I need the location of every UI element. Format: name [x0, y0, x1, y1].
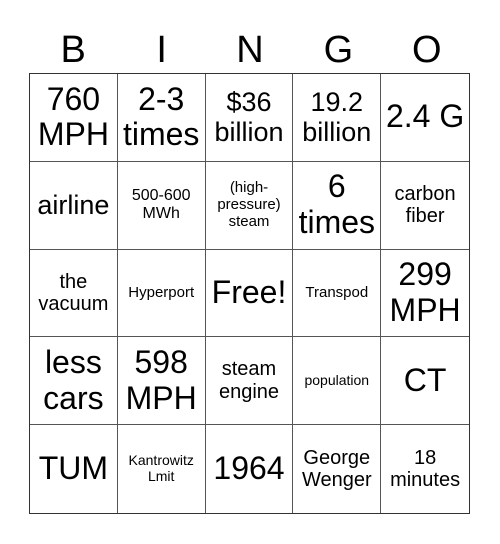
bingo-cell[interactable]: (high-pressure) steam	[205, 161, 294, 250]
header-letter-i: I	[156, 29, 167, 71]
header-letter-b: B	[60, 29, 86, 71]
bingo-cell[interactable]: Kantrowitz Lmit	[118, 425, 206, 513]
bingo-cell[interactable]: George Wenger	[293, 425, 382, 513]
header-letter-g: G	[323, 29, 354, 71]
bingo-cell-free[interactable]: Free!	[205, 249, 294, 338]
bingo-cell[interactable]: 1964	[206, 425, 294, 513]
bingo-cell[interactable]: 299 MPH	[381, 250, 469, 338]
bingo-cell-text: the vacuum	[38, 270, 109, 315]
bingo-cell[interactable]: less cars	[30, 337, 118, 426]
bingo-cell[interactable]: TUM	[30, 425, 118, 513]
bingo-cell-text: 299 MPH	[389, 256, 461, 328]
bingo-cell[interactable]: 2.4 G	[381, 74, 469, 162]
bingo-cell[interactable]: 2-3 times	[117, 74, 206, 162]
bingo-cell-text: Free!	[211, 274, 287, 311]
bingo-cell-text: $36 billion	[214, 87, 284, 148]
bingo-cell[interactable]: 6 times	[293, 161, 382, 250]
bingo-cell-text: CT	[403, 361, 447, 398]
bingo-cell[interactable]: 500-600 MWh	[117, 161, 206, 250]
bingo-cell-text: (high-pressure) steam	[217, 179, 281, 230]
bingo-cell[interactable]: steam engine	[205, 337, 294, 426]
bingo-cell[interactable]: 760 MPH	[30, 74, 118, 162]
bingo-cell-text: carbon fiber	[394, 182, 456, 228]
bingo-header: B I N G O	[29, 28, 471, 73]
bingo-cell-text: Transpod	[305, 283, 369, 301]
bingo-cell-text: 598 MPH	[125, 343, 197, 416]
bingo-cell[interactable]: Hyperport	[117, 249, 206, 338]
header-letter-n: N	[236, 29, 264, 71]
bingo-cell[interactable]: the vacuum	[30, 249, 118, 338]
header-letter-o: O	[412, 29, 442, 71]
bingo-cell-text: airline	[37, 190, 110, 221]
bingo-cell-text: 500-600 MWh	[131, 187, 191, 223]
bingo-cell-text: 2-3 times	[122, 80, 200, 153]
bingo-cell[interactable]: carbon fiber	[381, 162, 469, 250]
bingo-cell-text: population	[304, 371, 370, 388]
bingo-cell[interactable]: Transpod	[293, 249, 382, 338]
bingo-cell-text: 2.4 G	[385, 98, 465, 135]
bingo-cell-text: 6 times	[298, 168, 376, 241]
bingo-cell-text: 760 MPH	[37, 80, 109, 153]
bingo-cell[interactable]: airline	[30, 161, 118, 250]
bingo-cell-text: Hyperport	[128, 283, 195, 301]
bingo-cell[interactable]: $36 billion	[205, 74, 294, 162]
bingo-cell[interactable]: 18 minutes	[381, 425, 469, 513]
bingo-cell[interactable]: 598 MPH	[117, 337, 206, 426]
bingo-cell-text: steam engine	[218, 358, 280, 403]
bingo-card-grid: 760 MPH 2-3 times $36 billion 19.2 billion 2…	[29, 73, 470, 514]
bingo-cell-text: George Wenger	[301, 446, 372, 492]
bingo-cell-text: Kantrowitz Lmit	[128, 452, 194, 485]
bingo-cell[interactable]: CT	[381, 337, 469, 426]
bingo-cell-text: TUM	[38, 450, 109, 487]
bingo-cell-text: 1964	[213, 450, 285, 487]
bingo-cell[interactable]: population	[293, 337, 382, 426]
bingo-cell-text: 19.2 billion	[302, 87, 372, 148]
bingo-cell-text: 18 minutes	[390, 446, 461, 492]
bingo-cell[interactable]: 19.2 billion	[293, 74, 382, 162]
bingo-cell-text: less cars	[43, 343, 104, 416]
